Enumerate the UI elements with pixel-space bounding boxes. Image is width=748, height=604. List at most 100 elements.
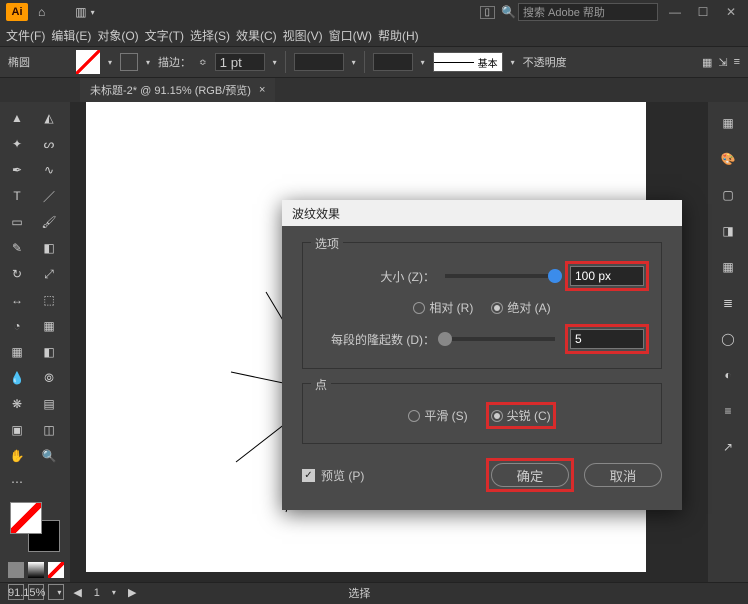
stroke-swatch[interactable] [120, 53, 138, 71]
menu-help[interactable]: 帮助(H) [378, 27, 419, 44]
width-tool[interactable]: ↔ [2, 288, 32, 312]
artboard-nav[interactable]: 1 [94, 587, 100, 599]
align-icon[interactable]: ▦ [702, 56, 712, 69]
eyedropper-tool[interactable]: 💧 [2, 366, 32, 390]
menu-window[interactable]: 窗口(W) [329, 27, 372, 44]
brush-tool[interactable]: 🖌 [34, 210, 64, 234]
group-point: 点 平滑 (S) 尖锐 (C) [302, 383, 662, 444]
toolbar: ▲ ◭ ✦ ᔕ ✒ ∿ T ／ ▭ 🖌 ✎ ◧ ↻ ⤢ ↔ ⬚ ◔ ▦ ▦ ◧ … [0, 102, 70, 582]
transform-icon[interactable]: ⇲ [718, 56, 727, 69]
gradient-icon[interactable]: ◨ [715, 218, 741, 244]
radio-relative[interactable]: 相对 (R) [413, 299, 473, 316]
radio-absolute[interactable]: 绝对 (A) [491, 299, 550, 316]
type-tool[interactable]: T [2, 184, 32, 208]
color-well[interactable] [10, 502, 60, 552]
menu-file[interactable]: 文件(F) [6, 27, 45, 44]
shape-label: 椭圆 [8, 54, 30, 70]
radio-smooth[interactable]: 平滑 (S) [408, 407, 467, 424]
search-input[interactable]: 搜索 Adobe 帮助 [518, 3, 658, 21]
var-width[interactable] [373, 53, 413, 71]
ridges-slider[interactable] [445, 337, 555, 341]
magic-wand-tool[interactable]: ✦ [2, 132, 32, 156]
document-tab[interactable]: 未标题-2* @ 91.15% (RGB/预览) × [80, 78, 275, 102]
appearance-icon[interactable]: ◯ [715, 326, 741, 352]
blend-tool[interactable]: ⦾ [34, 366, 64, 390]
group-point-label: 点 [311, 376, 331, 393]
arrange-docs-icon[interactable]: ▥▾ [75, 5, 94, 19]
group-options: 选项 大小 (Z)： 相对 (R) 绝对 (A) 每段的隆起数 (D)： [302, 242, 662, 369]
close-window-button[interactable]: ✕ [720, 3, 742, 21]
titlebar: Ai ⌂ ▥▾ ▯ 🔍 搜索 Adobe 帮助 — ☐ ✕ [0, 0, 748, 24]
preview-checkbox[interactable]: ✓预览 (P) [302, 467, 364, 484]
mesh-tool[interactable]: ▦ [2, 340, 32, 364]
libraries-icon[interactable]: ▢ [715, 182, 741, 208]
zigzag-dialog: 波纹效果 选项 大小 (Z)： 相对 (R) 绝对 (A) 每段的隆起数 (D)… [282, 200, 682, 510]
gradient-tool[interactable]: ◧ [34, 340, 64, 364]
line-tool[interactable]: ／ [34, 184, 64, 208]
curvature-tool[interactable]: ∿ [34, 158, 64, 182]
group-options-label: 选项 [311, 235, 343, 252]
menu-edit[interactable]: 编辑(E) [51, 27, 91, 44]
app-logo: Ai [6, 3, 28, 21]
symbol-tool[interactable]: ❋ [2, 392, 32, 416]
transparency-icon[interactable]: ◐ [715, 362, 741, 388]
home-icon[interactable]: ⌂ [38, 5, 45, 19]
menu-view[interactable]: 视图(V) [283, 27, 323, 44]
more-tools[interactable]: ⋯ [2, 470, 32, 494]
properties-icon[interactable]: ▦ [715, 110, 741, 136]
radio-corner[interactable]: 尖锐 (C) [491, 407, 551, 424]
highlight-corner: 尖锐 (C) [486, 402, 556, 429]
direct-selection-tool[interactable]: ◭ [34, 106, 64, 130]
ok-button[interactable]: 确定 [491, 463, 569, 487]
eraser-tool[interactable]: ◧ [34, 236, 64, 260]
shaper-tool[interactable]: ✎ [2, 236, 32, 260]
lasso-tool[interactable]: ᔕ [34, 132, 64, 156]
menu-select[interactable]: 选择(S) [190, 27, 230, 44]
statusbar: 91.15%▾ ◀ 1▾ ▶ 选择 [0, 582, 748, 602]
document-tabs: 未标题-2* @ 91.15% (RGB/预览) × [0, 78, 748, 102]
perspective-tool[interactable]: ▦ [34, 314, 64, 338]
cancel-button[interactable]: 取消 [584, 463, 662, 487]
highlight-size [565, 261, 649, 291]
artboard-tool[interactable]: ▣ [2, 418, 32, 442]
shape-builder-tool[interactable]: ◔ [2, 314, 32, 338]
more-icon[interactable]: ≡ [734, 56, 740, 69]
controlbar: 椭圆 ▾ ▾ 描边： ≎ ▾ ▾ ▾ 基本▾ 不透明度 ▦ ⇲ ≡ [0, 46, 748, 78]
minimize-button[interactable]: — [664, 3, 686, 21]
swatches-icon[interactable]: ▦ [715, 254, 741, 280]
brush-def[interactable] [294, 53, 344, 71]
stroke-width-input[interactable] [215, 53, 265, 71]
hand-tool[interactable]: ✋ [2, 444, 32, 468]
opacity-label: 不透明度 [523, 54, 567, 70]
menu-effect[interactable]: 效果(C) [236, 27, 277, 44]
color-mode-swatches[interactable] [8, 562, 64, 578]
zoom-level[interactable]: 91.15% [8, 587, 45, 599]
slice-tool[interactable]: ◫ [34, 418, 64, 442]
menubar: 文件(F) 编辑(E) 对象(O) 文字(T) 选择(S) 效果(C) 视图(V… [0, 24, 748, 46]
menu-object[interactable]: 对象(O) [97, 27, 138, 44]
close-tab-icon[interactable]: × [259, 84, 265, 96]
maximize-button[interactable]: ☐ [692, 3, 714, 21]
size-input[interactable] [570, 266, 644, 286]
search-icon: 🔍 [501, 5, 516, 19]
graph-tool[interactable]: ▤ [34, 392, 64, 416]
links-icon[interactable]: ≡ [715, 398, 741, 424]
fill-swatch[interactable] [76, 50, 100, 74]
scale-tool[interactable]: ⤢ [34, 262, 64, 286]
zoom-tool[interactable]: 🔍 [34, 444, 64, 468]
rotate-tool[interactable]: ↻ [2, 262, 32, 286]
menu-type[interactable]: 文字(T) [145, 27, 184, 44]
dialog-title: 波纹效果 [282, 200, 682, 226]
color-icon[interactable]: 🎨 [715, 146, 741, 172]
share-icon[interactable]: ↗ [715, 434, 741, 460]
doc-setup-icon[interactable]: ▯ [480, 6, 496, 19]
size-slider[interactable] [445, 274, 555, 278]
free-transform-tool[interactable]: ⬚ [34, 288, 64, 312]
rect-tool[interactable]: ▭ [2, 210, 32, 234]
ridges-input[interactable] [570, 329, 644, 349]
layers-icon[interactable]: ≣ [715, 290, 741, 316]
graphic-style[interactable]: 基本 [433, 52, 503, 72]
pen-tool[interactable]: ✒ [2, 158, 32, 182]
highlight-ridges [565, 324, 649, 354]
selection-tool[interactable]: ▲ [2, 106, 32, 130]
